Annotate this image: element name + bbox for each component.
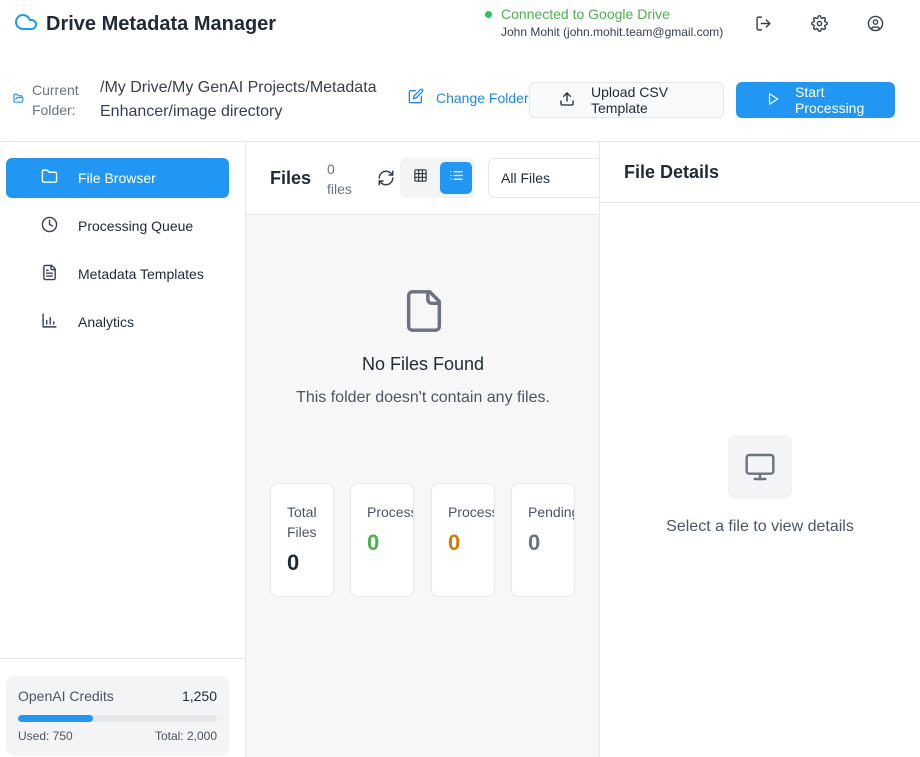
stat-label: Total Files bbox=[287, 504, 317, 540]
credits-progress-fill bbox=[18, 715, 93, 722]
grid-view-button[interactable] bbox=[404, 162, 436, 194]
stat-value: 0 bbox=[367, 530, 380, 555]
app-header: Drive Metadata Manager Connected to Goog… bbox=[0, 0, 920, 142]
credits-label: OpenAI Credits bbox=[18, 688, 114, 704]
edit-icon bbox=[408, 88, 436, 107]
current-folder-label: Current Folder: bbox=[32, 82, 79, 118]
credits-total: Total: 2,000 bbox=[154, 729, 217, 743]
change-folder-label: Change Folder bbox=[436, 89, 529, 106]
empty-state-subtitle: This folder doesn't contain any files. bbox=[296, 389, 550, 406]
sidebar-item-metadata-templates[interactable]: Metadata Templates bbox=[6, 254, 229, 294]
upload-icon bbox=[559, 91, 575, 110]
app-title: Drive Metadata Manager bbox=[46, 13, 277, 35]
cloud-icon bbox=[14, 10, 38, 39]
upload-csv-template-label: Upload CSV Template bbox=[591, 84, 669, 116]
sidebar-item-processing-queue[interactable]: Processing Queue bbox=[6, 206, 229, 246]
settings-icon[interactable] bbox=[808, 12, 830, 34]
sidebar: File Browser Processing Queue Metadata T… bbox=[0, 142, 246, 757]
credits-used: Used: 750 bbox=[18, 729, 73, 743]
document-icon bbox=[41, 264, 58, 284]
files-panel: Files 0 files All Files No Files Found T… bbox=[246, 142, 600, 757]
stat-label: Processed bbox=[367, 504, 413, 520]
empty-state-title: No Files Found bbox=[361, 354, 485, 374]
credits-value: 1,250 bbox=[181, 688, 217, 704]
monitor-icon bbox=[728, 435, 792, 499]
sidebar-item-label: File Browser bbox=[78, 170, 156, 186]
start-processing-label: Start Processing bbox=[795, 84, 865, 116]
stat-value: 0 bbox=[528, 530, 541, 555]
list-view-button[interactable] bbox=[440, 162, 472, 194]
folder-open-icon bbox=[13, 80, 24, 109]
sidebar-divider bbox=[0, 658, 245, 659]
stat-label: Pending bbox=[528, 504, 575, 520]
user-account-text: John Mohit (john.mohit.team@gmail.com) bbox=[501, 25, 724, 39]
stat-card-pending: Pending 0 bbox=[511, 483, 575, 597]
clock-icon bbox=[41, 216, 58, 236]
openai-credits-card: OpenAI Credits 1,250 Used: 750 Total: 2,… bbox=[6, 676, 229, 756]
sidebar-item-label: Processing Queue bbox=[78, 218, 194, 234]
change-folder-button[interactable]: Change Folder bbox=[408, 88, 529, 107]
view-toggle bbox=[400, 158, 475, 198]
start-processing-button[interactable]: Start Processing bbox=[736, 82, 895, 118]
stat-card-processing: Processing 0 bbox=[431, 483, 495, 597]
list-icon bbox=[449, 168, 464, 188]
bar-chart-icon bbox=[41, 312, 58, 332]
play-icon bbox=[766, 92, 780, 109]
files-toolbar: Files 0 files All Files bbox=[246, 142, 599, 215]
current-folder-path: /My Drive/My GenAI Projects/Metadata Enh… bbox=[100, 79, 377, 120]
status-dot-icon bbox=[485, 10, 492, 18]
file-icon bbox=[403, 288, 445, 334]
file-details-title: File Details bbox=[624, 162, 720, 182]
account-icon[interactable] bbox=[864, 12, 886, 34]
connection-status: Connected to Google Drive John Mohit (jo… bbox=[485, 6, 723, 39]
sidebar-item-file-browser[interactable]: File Browser bbox=[6, 158, 229, 198]
grid-icon bbox=[413, 168, 428, 188]
file-details-header: File Details bbox=[600, 142, 920, 203]
upload-csv-template-button[interactable]: Upload CSV Template bbox=[529, 82, 724, 118]
stat-card-processed: Processed 0 bbox=[350, 483, 414, 597]
sidebar-item-analytics[interactable]: Analytics bbox=[6, 302, 229, 342]
refresh-icon[interactable] bbox=[377, 169, 397, 189]
files-count: 0 files bbox=[327, 161, 352, 197]
sidebar-item-label: Metadata Templates bbox=[78, 266, 204, 282]
file-filter-select[interactable]: All Files bbox=[488, 158, 599, 198]
sidebar-item-label: Analytics bbox=[78, 314, 135, 330]
stat-label: Processing bbox=[448, 504, 494, 520]
files-title: Files bbox=[270, 168, 312, 188]
folder-icon bbox=[41, 168, 58, 188]
connection-text: Connected to Google Drive bbox=[501, 6, 670, 22]
file-details-panel: File Details Select a file to view detai… bbox=[600, 142, 920, 757]
app-logo: Drive Metadata Manager bbox=[14, 10, 276, 39]
stat-value: 0 bbox=[287, 550, 300, 575]
stat-value: 0 bbox=[448, 530, 461, 555]
file-details-empty-message: Select a file to view details bbox=[666, 518, 854, 535]
stat-card-total-files: Total Files 0 bbox=[270, 483, 334, 597]
credits-progress-bar bbox=[18, 715, 217, 722]
logout-icon[interactable] bbox=[752, 12, 774, 34]
